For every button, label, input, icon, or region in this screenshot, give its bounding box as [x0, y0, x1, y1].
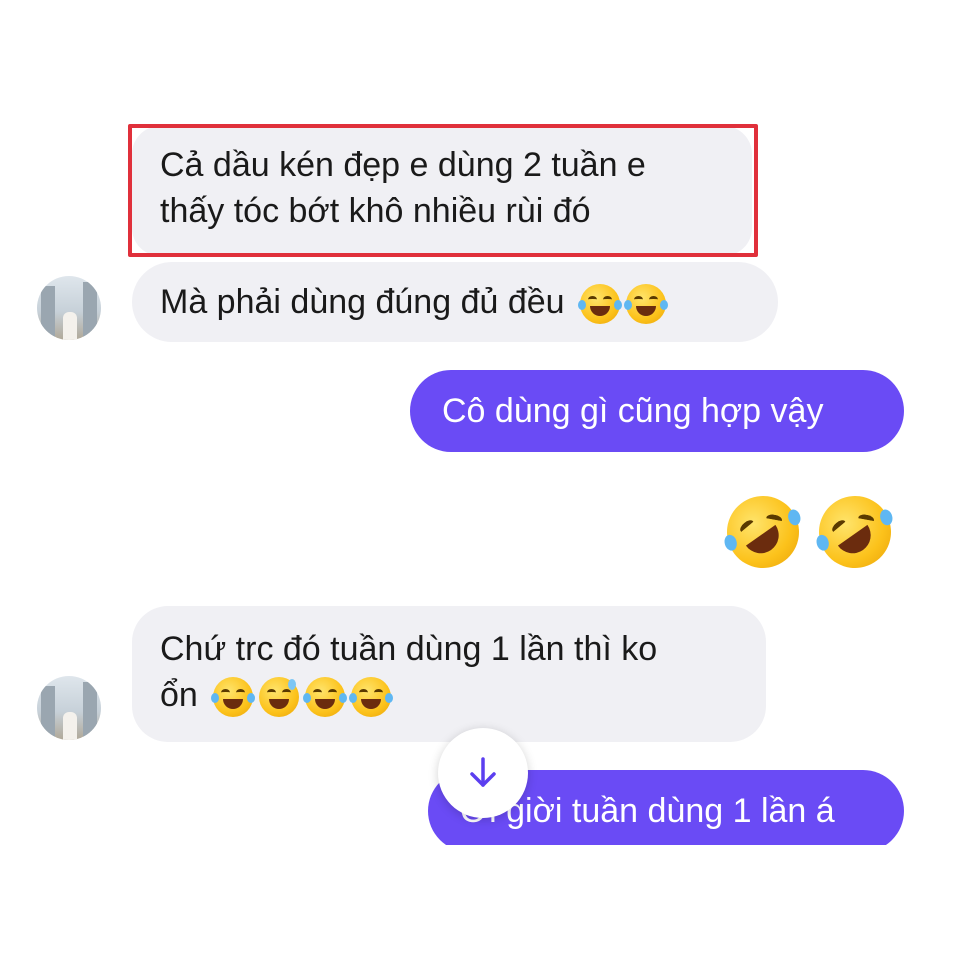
face-with-tears-of-joy-icon	[303, 677, 348, 718]
highlight-box	[128, 124, 758, 257]
arrow-down-icon	[470, 757, 496, 787]
avatar[interactable]	[37, 276, 101, 340]
face-with-tears-of-joy-icon	[349, 677, 394, 718]
message-text: Cô dùng gì cũng hợp vậy	[442, 392, 824, 430]
message-bubble-incoming[interactable]: Mà phải dùng đúng đủ đều	[132, 262, 778, 342]
face-with-tears-of-joy-icon	[624, 284, 669, 325]
chat-thread: Cả dầu kén đẹp e dùng 2 tuần e thấy tóc …	[0, 0, 960, 960]
message-text: Mà phải dùng đúng đủ đều	[160, 283, 565, 321]
rolling-on-the-floor-laughing-icon	[810, 487, 900, 577]
message-line: ổn	[160, 676, 198, 714]
avatar[interactable]	[37, 676, 101, 740]
bottom-area	[0, 845, 960, 960]
scroll-to-bottom-button[interactable]	[438, 728, 528, 818]
face-with-tears-of-joy-icon	[211, 677, 256, 718]
grinning-face-with-sweat-icon	[259, 677, 300, 718]
face-with-tears-of-joy-icon	[578, 284, 623, 325]
message-line: Chứ trc đó tuần dùng 1 lần thì ko	[160, 630, 658, 668]
rolling-on-the-floor-laughing-icon	[718, 487, 808, 577]
emoji-message[interactable]	[718, 487, 900, 577]
message-bubble-outgoing[interactable]: Cô dùng gì cũng hợp vậy	[410, 370, 904, 452]
message-bubble-incoming[interactable]: Chứ trc đó tuần dùng 1 lần thì ko ổn	[132, 606, 766, 742]
